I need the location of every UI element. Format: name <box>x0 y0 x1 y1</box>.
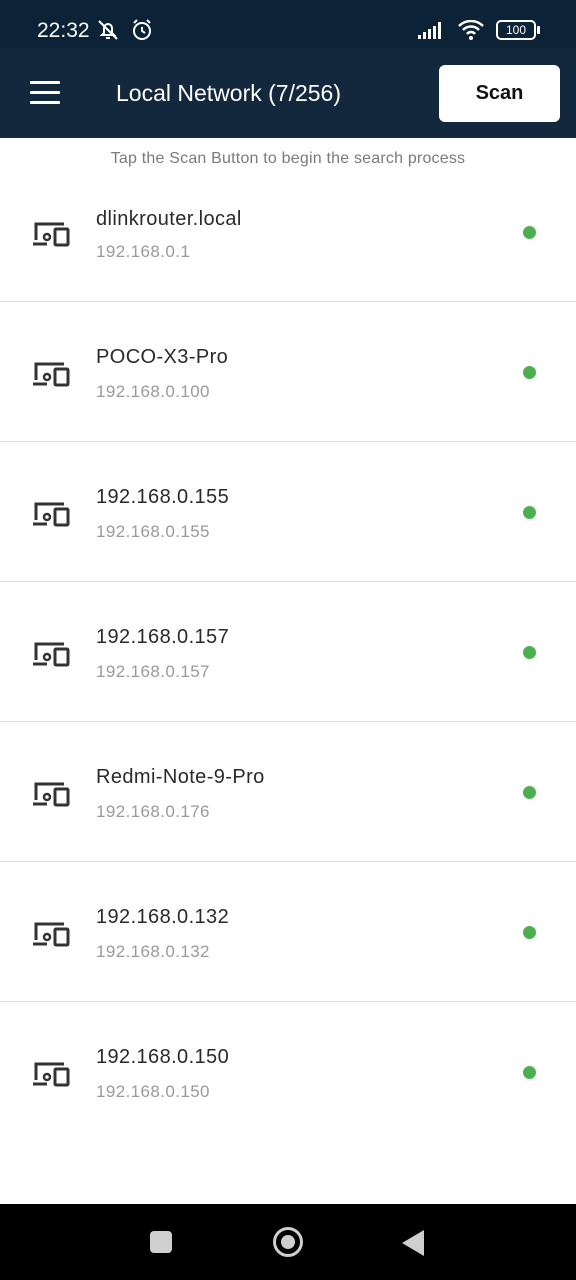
online-status-dot <box>523 506 536 519</box>
mute-notifications-icon <box>98 20 118 40</box>
device-row[interactable]: POCO-X3-Pro 192.168.0.100 <box>0 302 576 442</box>
devices-icon <box>33 642 70 667</box>
wifi-icon <box>458 20 484 40</box>
device-row[interactable]: 192.168.0.150 192.168.0.150 <box>0 1002 576 1142</box>
status-bar: 22:32 100 <box>0 0 576 48</box>
alarm-icon <box>133 19 151 40</box>
back-triangle-icon[interactable] <box>402 1230 424 1256</box>
online-status-dot <box>523 1066 536 1079</box>
device-ip: 192.168.0.150 <box>96 1082 210 1101</box>
devices-icon <box>33 362 70 387</box>
device-row[interactable]: Redmi-Note-9-Pro 192.168.0.176 <box>0 722 576 862</box>
recents-square-icon[interactable] <box>150 1231 172 1253</box>
device-name: 192.168.0.150 <box>96 1046 230 1068</box>
device-name: dlinkrouter.local <box>96 208 242 230</box>
signal-icon <box>418 22 441 39</box>
devices-icon <box>33 1062 70 1087</box>
app-bar: Local Network (7/256) Scan <box>0 48 576 138</box>
status-time: 22:32 <box>37 19 90 42</box>
device-name: Redmi-Note-9-Pro <box>96 766 265 788</box>
online-status-dot <box>523 366 536 379</box>
status-left-icons <box>96 18 154 42</box>
home-circle-icon[interactable] <box>273 1227 303 1257</box>
devices-icon <box>33 222 70 247</box>
devices-icon <box>33 502 70 527</box>
device-ip: 192.168.0.155 <box>96 522 210 541</box>
device-ip: 192.168.0.100 <box>96 382 210 401</box>
device-row[interactable]: 192.168.0.155 192.168.0.155 <box>0 442 576 582</box>
online-status-dot <box>523 226 536 239</box>
system-nav-bar <box>0 1204 576 1280</box>
online-status-dot <box>523 786 536 799</box>
status-right-icons: 100 <box>418 20 540 40</box>
device-ip: 192.168.0.132 <box>96 942 210 961</box>
devices-icon <box>33 782 70 807</box>
device-ip: 192.168.0.1 <box>96 242 191 261</box>
device-name: 192.168.0.132 <box>96 906 230 928</box>
device-name: POCO-X3-Pro <box>96 346 229 368</box>
device-name: 192.168.0.155 <box>96 486 230 508</box>
devices-icon <box>33 922 70 947</box>
device-name: 192.168.0.157 <box>96 626 230 648</box>
device-list: dlinkrouter.local 192.168.0.1 POCO-X3-Pr… <box>0 162 576 1142</box>
device-row[interactable]: 192.168.0.132 192.168.0.132 <box>0 862 576 1002</box>
hamburger-menu-icon[interactable] <box>30 81 60 105</box>
battery-icon: 100 <box>496 20 540 40</box>
scan-button[interactable]: Scan <box>439 65 560 122</box>
device-ip: 192.168.0.157 <box>96 662 210 681</box>
device-row[interactable]: dlinkrouter.local 192.168.0.1 <box>0 162 576 302</box>
online-status-dot <box>523 926 536 939</box>
page-title: Local Network (7/256) <box>116 80 341 106</box>
online-status-dot <box>523 646 536 659</box>
device-row[interactable]: 192.168.0.157 192.168.0.157 <box>0 582 576 722</box>
device-ip: 192.168.0.176 <box>96 802 210 821</box>
